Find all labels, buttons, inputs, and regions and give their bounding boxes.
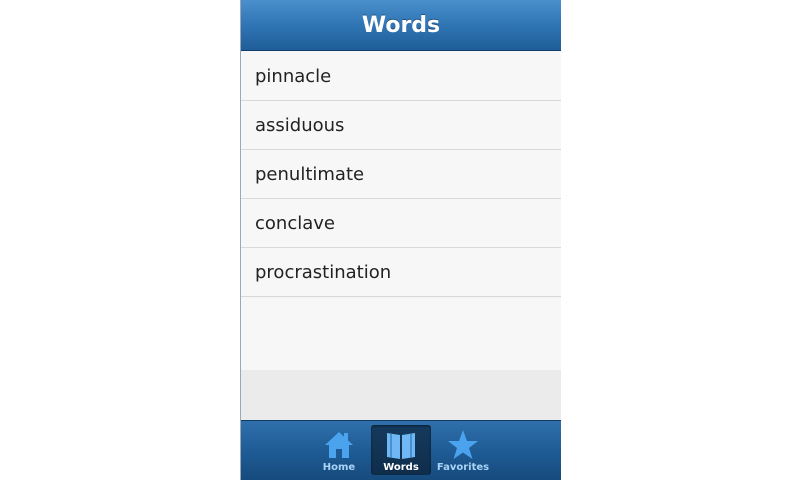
tab-label: Favorites bbox=[436, 462, 490, 473]
list-item-assiduous[interactable]: assiduous bbox=[241, 101, 561, 150]
word-label: procrastination bbox=[255, 261, 392, 283]
content-footer bbox=[241, 370, 561, 420]
home-icon bbox=[325, 432, 353, 458]
tab-home[interactable]: Home bbox=[309, 425, 369, 475]
page-title: Words bbox=[361, 12, 441, 38]
tab-bar: Home Words Favorites bbox=[241, 420, 561, 480]
tab-label: Words bbox=[383, 462, 419, 473]
word-label: assiduous bbox=[255, 114, 345, 136]
tab-words[interactable]: Words bbox=[371, 425, 431, 475]
list-item-pinnacle[interactable]: pinnacle bbox=[241, 52, 561, 101]
list-item-penultimate[interactable]: penultimate bbox=[241, 150, 561, 199]
book-icon bbox=[387, 433, 415, 459]
title-bar: Words bbox=[241, 0, 561, 51]
word-label: pinnacle bbox=[255, 65, 332, 87]
list-item-conclave[interactable]: conclave bbox=[241, 199, 561, 248]
star-icon bbox=[448, 430, 478, 459]
tab-favorites[interactable]: Favorites bbox=[433, 425, 493, 475]
app-screen: Words pinnacle assiduous penultimate con… bbox=[240, 0, 561, 480]
list-item-procrastination[interactable]: procrastination bbox=[241, 248, 561, 297]
word-label: conclave bbox=[255, 212, 335, 234]
tab-label: Home bbox=[322, 462, 356, 473]
word-label: penultimate bbox=[255, 163, 365, 185]
word-list: pinnacle assiduous penultimate conclave … bbox=[241, 52, 561, 297]
list-empty-area bbox=[241, 298, 561, 370]
